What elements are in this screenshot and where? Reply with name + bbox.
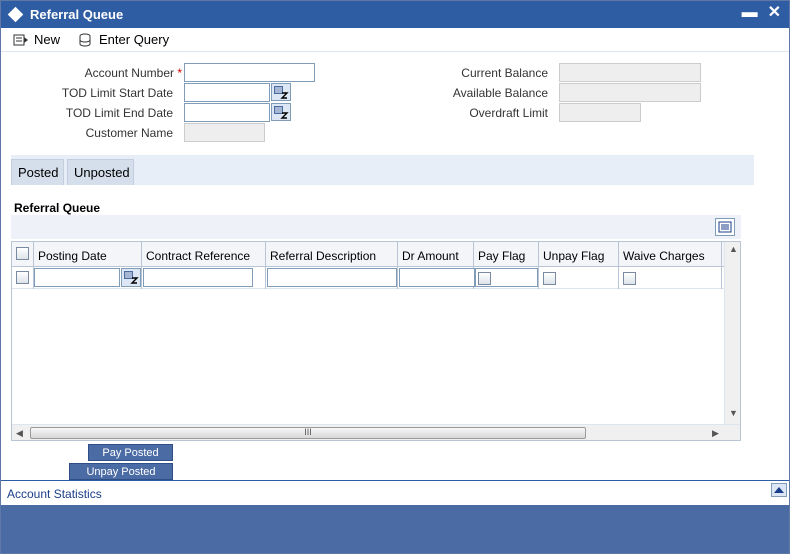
- footer-bar: Account Statistics: [1, 480, 789, 505]
- tod-end-input[interactable]: [184, 103, 270, 122]
- scroll-left-arrow[interactable]: ◀: [16, 428, 23, 439]
- minimize-button[interactable]: ▬: [742, 3, 758, 23]
- account-number-label: Account Number *: [84, 66, 182, 80]
- referral-description-input[interactable]: [267, 268, 397, 287]
- new-label: New: [34, 32, 61, 47]
- column-pay-flag[interactable]: Pay Flag: [474, 242, 539, 267]
- posting-date-calendar-button[interactable]: [121, 268, 141, 287]
- calendar-icon: [274, 86, 289, 99]
- referral-queue-window: Referral Queue ▬ ✕ New Enter Query Accou…: [0, 0, 790, 554]
- account-statistics-link[interactable]: Account Statistics: [7, 487, 102, 501]
- row-select-checkbox[interactable]: [16, 271, 29, 284]
- posting-date-input[interactable]: [34, 268, 120, 287]
- bottom-band: [1, 505, 789, 553]
- calendar-icon: [274, 106, 289, 119]
- overdraft-limit-label: Overdraft Limit: [469, 106, 548, 120]
- contract-reference-input[interactable]: [143, 268, 253, 287]
- tod-start-label: TOD Limit Start Date: [61, 86, 173, 100]
- table-row: [12, 267, 724, 289]
- pay-flag-checkbox[interactable]: [478, 272, 491, 285]
- column-referral-description[interactable]: Referral Description: [266, 242, 398, 267]
- customer-name-input: [184, 123, 265, 142]
- dr-amount-input[interactable]: [399, 268, 475, 287]
- diamond-icon: [7, 6, 24, 23]
- close-button[interactable]: ✕: [768, 3, 781, 23]
- title-bar: Referral Queue ▬ ✕: [1, 1, 789, 28]
- tab-strip: Posted Unposted: [11, 155, 754, 185]
- grid-header: Posting Date Contract Reference Referral…: [12, 242, 724, 267]
- scroll-down-arrow[interactable]: ▼: [729, 408, 738, 418]
- required-mark: *: [177, 66, 182, 80]
- tab-unposted[interactable]: Unposted: [67, 159, 134, 185]
- grid-menu-button[interactable]: [715, 218, 735, 236]
- unpay-flag-checkbox[interactable]: [543, 272, 556, 285]
- scroll-up-arrow[interactable]: ▲: [729, 244, 738, 254]
- column-contract-reference[interactable]: Contract Reference: [142, 242, 266, 267]
- section-title: Referral Queue: [14, 201, 101, 215]
- unpay-posted-button[interactable]: Unpay Posted: [69, 463, 173, 480]
- grid-toolbar: [11, 215, 741, 239]
- window-title: Referral Queue: [30, 7, 124, 22]
- current-balance-label: Current Balance: [461, 66, 548, 80]
- toolbar: New Enter Query: [1, 28, 789, 52]
- select-all-checkbox[interactable]: [16, 247, 29, 260]
- footer-expand-button[interactable]: [771, 483, 787, 497]
- column-waive-charges[interactable]: Waive Charges: [619, 242, 722, 267]
- list-icon: [718, 221, 732, 233]
- column-unpay-flag[interactable]: Unpay Flag: [539, 242, 619, 267]
- calendar-icon: [124, 271, 139, 284]
- available-balance-label: Available Balance: [452, 86, 548, 100]
- available-balance-input: [559, 83, 701, 102]
- horizontal-scrollbar[interactable]: ◀ III ▶: [12, 424, 740, 440]
- scroll-right-arrow[interactable]: ▶: [712, 428, 719, 439]
- pay-posted-button[interactable]: Pay Posted: [88, 444, 173, 461]
- select-all-column: [12, 242, 34, 267]
- account-number-input[interactable]: [184, 63, 315, 82]
- tod-end-calendar-button[interactable]: [271, 103, 291, 121]
- new-button[interactable]: New: [13, 32, 60, 47]
- vertical-scrollbar[interactable]: ▲ ▼: [724, 242, 740, 424]
- tod-start-input[interactable]: [184, 83, 270, 102]
- current-balance-input: [559, 63, 701, 82]
- column-dr-amount[interactable]: Dr Amount: [398, 242, 474, 267]
- overdraft-limit-input: [559, 103, 641, 122]
- column-posting-date[interactable]: Posting Date: [34, 242, 142, 267]
- enter-query-button[interactable]: Enter Query: [78, 32, 169, 47]
- new-record-icon: [13, 34, 28, 45]
- horizontal-scroll-thumb[interactable]: III: [30, 427, 586, 439]
- customer-name-label: Customer Name: [85, 126, 173, 140]
- referral-grid: Posting Date Contract Reference Referral…: [11, 241, 741, 441]
- tab-posted[interactable]: Posted: [11, 159, 64, 185]
- waive-charges-checkbox[interactable]: [623, 272, 636, 285]
- enter-query-label: Enter Query: [99, 32, 170, 47]
- tod-end-label: TOD Limit End Date: [65, 106, 173, 120]
- chevron-up-icon: [774, 487, 784, 493]
- tod-start-calendar-button[interactable]: [271, 83, 291, 101]
- enter-query-icon: [79, 33, 91, 46]
